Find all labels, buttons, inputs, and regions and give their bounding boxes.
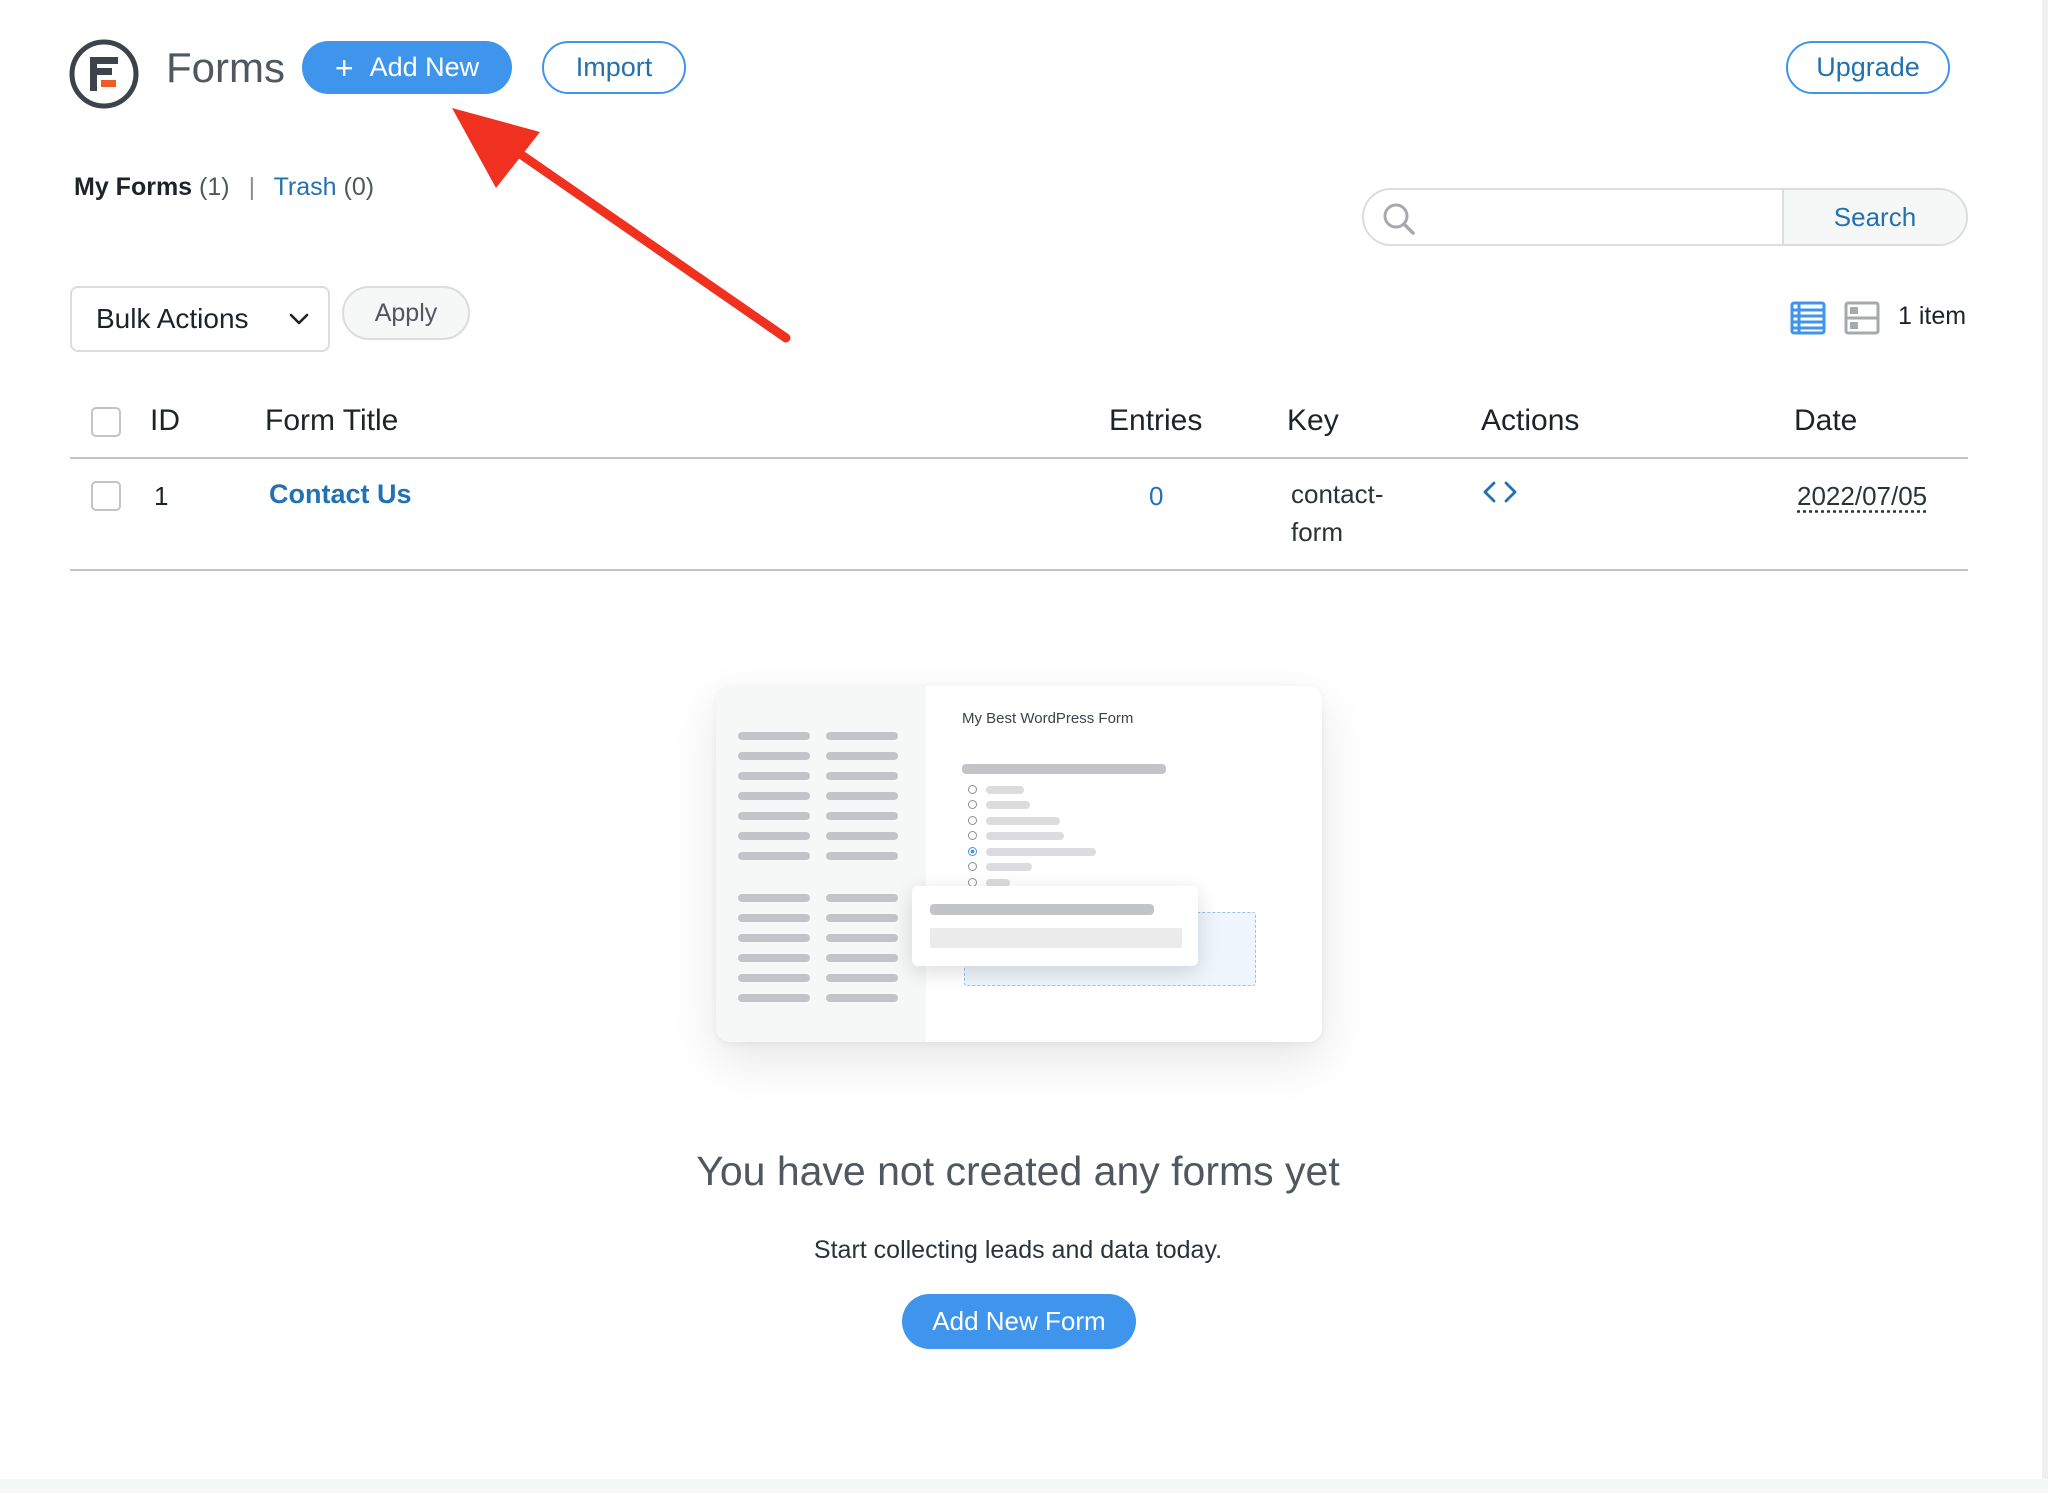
plus-icon: +	[334, 49, 354, 86]
entries-link[interactable]: 0	[1149, 481, 1163, 512]
illustration-sidebar	[716, 686, 926, 1042]
formidable-logo	[69, 39, 139, 109]
add-new-label: Add New	[369, 52, 480, 82]
empty-state-subtitle: Start collecting leads and data today.	[813, 1236, 1223, 1264]
footer-band	[0, 1479, 2048, 1493]
view-separator: |	[248, 173, 256, 201]
search-button[interactable]: Search	[1782, 190, 1966, 244]
form-key-line2: form	[1291, 517, 1343, 547]
upgrade-button[interactable]: Upgrade	[1786, 41, 1950, 94]
view-filters: My Forms (1) | Trash (0)	[74, 173, 374, 202]
form-date: 2022/07/05	[1797, 481, 1928, 511]
trash-count: (0)	[343, 173, 375, 201]
column-date[interactable]: Date	[1794, 404, 1857, 438]
column-id[interactable]: ID	[150, 404, 180, 438]
row-checkbox[interactable]	[91, 481, 121, 511]
illustration-form-title: My Best WordPress Form	[962, 710, 1134, 727]
add-new-button[interactable]: + Add New	[302, 41, 512, 94]
annotation-arrow-icon	[452, 108, 791, 343]
chevron-down-icon	[289, 313, 309, 325]
form-key-line1: contact-	[1291, 479, 1384, 509]
bulk-actions-value: Bulk Actions	[96, 303, 249, 334]
apply-button[interactable]: Apply	[342, 286, 470, 340]
view-trash[interactable]: Trash	[274, 173, 337, 201]
form-key: contact- form	[1291, 475, 1384, 551]
search-box: Search	[1362, 188, 1968, 246]
table-header-divider	[70, 457, 1968, 459]
column-actions: Actions	[1481, 404, 1580, 437]
search-input[interactable]	[1364, 190, 1782, 244]
column-form-title[interactable]: Form Title	[265, 404, 398, 438]
row-id: 1	[154, 481, 169, 511]
column-entries[interactable]: Entries	[1109, 404, 1202, 438]
code-icon[interactable]	[1480, 478, 1520, 506]
view-my-forms[interactable]: My Forms	[74, 173, 192, 201]
select-all-checkbox[interactable]	[91, 407, 121, 437]
empty-state-title: You have not created any forms yet	[696, 1148, 1340, 1194]
excerpt-view-icon[interactable]	[1844, 300, 1880, 336]
search-icon	[1383, 203, 1415, 235]
empty-state-illustration: My Best WordPress Form	[716, 686, 1322, 1042]
search-field	[1364, 190, 1782, 244]
page-title: Forms	[166, 44, 285, 91]
list-view-icon[interactable]	[1790, 300, 1826, 336]
column-key[interactable]: Key	[1287, 404, 1339, 438]
bulk-actions-select[interactable]: Bulk Actions	[70, 286, 330, 352]
scrollbar[interactable]	[2042, 0, 2048, 1493]
table-row-divider	[70, 569, 1968, 571]
form-title-link[interactable]: Contact Us	[269, 479, 412, 510]
illustration-field-card	[912, 886, 1198, 966]
my-forms-count: (1)	[199, 173, 230, 201]
import-button[interactable]: Import	[542, 41, 686, 94]
add-new-form-button[interactable]: Add New Form	[902, 1294, 1136, 1349]
item-count: 1 item	[1898, 302, 1967, 330]
